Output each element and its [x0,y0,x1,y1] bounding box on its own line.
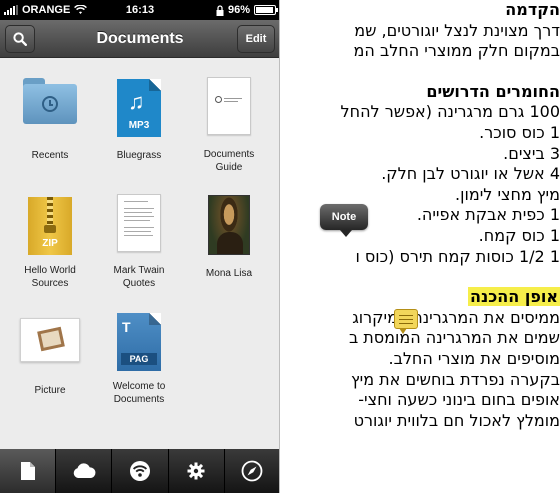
navigation-bar: Documents Edit [0,20,279,58]
tab-bar [0,449,279,493]
file-label: Hello World Sources [24,265,76,289]
tab-wifi-share[interactable] [111,449,167,493]
ingredient-line: 4 אשל או יוגורט לבן חלק. [381,164,560,184]
pdf-file-icon [207,77,251,135]
search-icon [13,32,27,46]
recipe-article: הקדמה דרך מצוינת לנצל יוגורטים, שמ במקום… [280,0,560,493]
text-file-icon [117,194,161,252]
wifi-share-icon [130,461,150,481]
file-item-recents[interactable]: Recents [0,58,100,188]
mp3-file-icon: ♫ MP3 [117,79,161,137]
method-heading[interactable]: אופן ההכנה [467,287,560,307]
method-line: שמים את המרגרינה המומסת ב [348,328,560,348]
file-label: Mark Twain Quotes [113,265,165,289]
file-label: Recents [31,150,69,161]
document-icon [20,462,35,480]
method-line: אופים בחום בינוני כשעה וחצי- [358,390,560,410]
battery-percent: 96% [227,4,250,16]
status-bar: ORANGE 16:13 96% [0,0,279,20]
cloud-icon [73,463,96,478]
method-line: בקערה נפרדת בוחשים את מיץ [350,369,560,389]
method-line: מוסיפים את מוצרי החלב. [388,348,560,368]
file-label: Bluegrass [116,150,162,161]
search-button[interactable] [5,25,35,53]
file-item-picture[interactable]: Picture [0,303,100,423]
image-thumbnail-icon [208,195,250,255]
edit-button[interactable]: Edit [237,25,275,53]
tab-documents[interactable] [0,449,56,493]
wifi-icon [74,5,88,14]
file-label: Picture [34,385,66,396]
intro-line: דרך מצוינת לנצל יוגורטים, שמ [354,20,560,40]
page-title: Documents [96,30,184,47]
intro-heading: הקדמה [505,0,560,19]
file-item-documents-guide[interactable]: Documents Guide [179,58,279,188]
gear-icon [187,462,205,480]
folder-clock-icon [23,78,77,124]
carrier: ORANGE [4,4,88,16]
file-label: Mona Lisa [205,268,253,279]
documents-app: ORANGE 16:13 96% Documents Edit Recents … [0,0,280,493]
picture-thumbnail-icon [20,318,80,362]
carrier-name: ORANGE [22,4,71,16]
compass-icon [242,460,263,482]
lock-icon [216,4,224,16]
ingredients-heading: החומרים הדרושים [426,81,560,101]
ingredient-line: 1 1/2 כוסות קמח תירס (כוס ו [355,246,560,266]
intro-line: במקום חלק ממוצרי החלב המ [353,41,560,61]
file-label: Welcome to Documents [112,381,166,405]
tab-settings[interactable] [167,449,224,493]
ingredient-line: 1 כוס סוכר. [479,122,560,142]
file-item-mona-lisa[interactable]: Mona Lisa [179,188,279,303]
ingredient-line: מיץ מחצי לימון. [455,184,560,204]
file-item-bluegrass[interactable]: ♫ MP3 Bluegrass [89,58,189,188]
tab-cloud[interactable] [55,449,111,493]
note-icon[interactable] [394,309,418,334]
note-bubble[interactable]: Note [320,204,368,237]
battery-icon [254,5,278,15]
zip-file-icon: ZIP [28,197,72,255]
tab-browser[interactable] [223,449,279,493]
file-item-hello-world-sources[interactable]: ZIP Hello World Sources [0,188,100,303]
pages-file-icon: T PAG [117,313,161,371]
method-line: ממיסים את המרגרינה במיקרוג [352,307,560,327]
method-line: מומלץ לאכול חם בלווית יוגורט [353,410,560,430]
file-item-mark-twain-quotes[interactable]: Mark Twain Quotes [89,188,189,303]
file-item-welcome-to-documents[interactable]: T PAG Welcome to Documents [89,303,189,423]
file-label: Documents Guide [203,149,255,173]
ingredient-line: 100 גרם מרגרינה (אפשר להחל [340,102,560,122]
ingredient-line: 3 ביצים. [503,143,560,163]
signal-icon [4,5,18,15]
